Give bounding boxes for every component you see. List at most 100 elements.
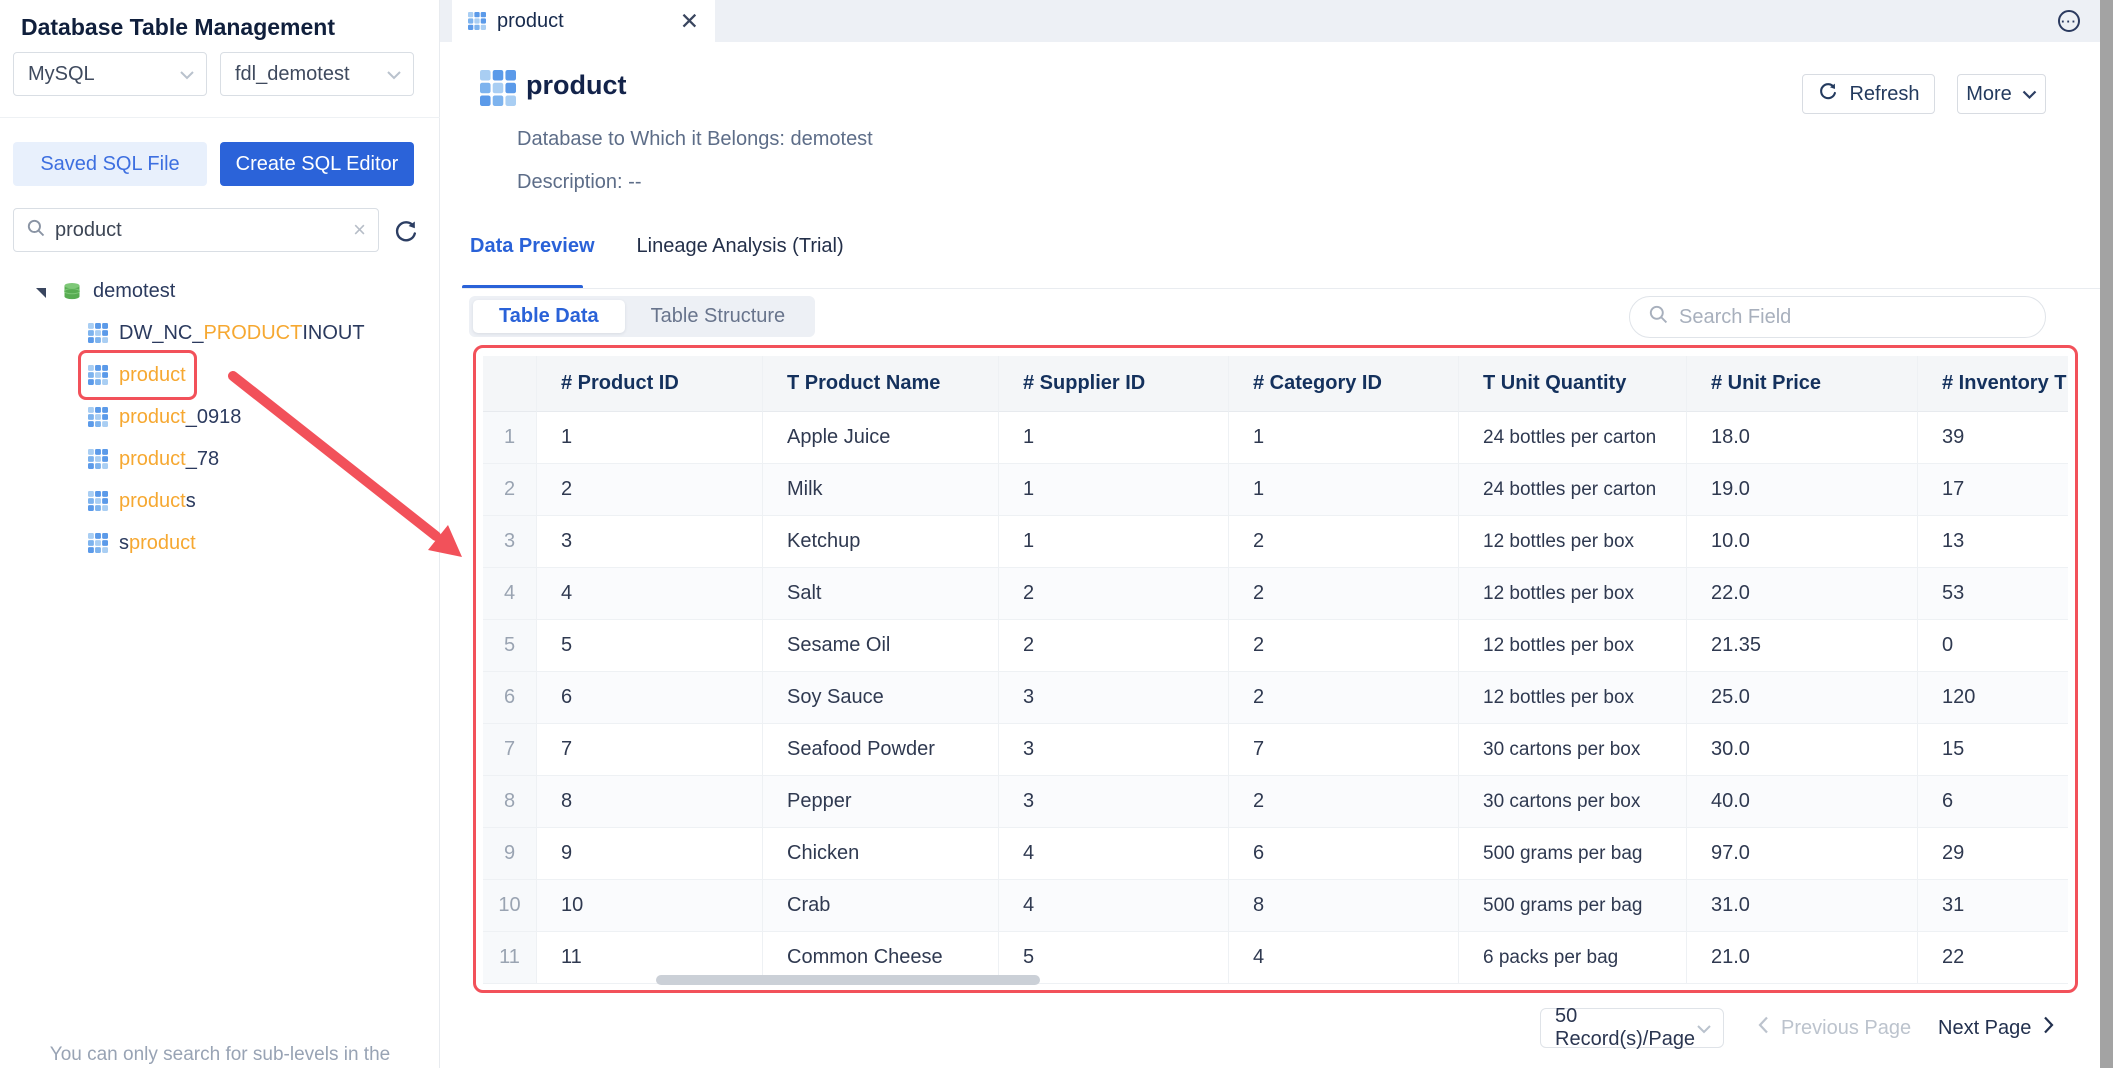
table-icon (468, 12, 486, 30)
tab-product[interactable]: product ✕ (452, 0, 715, 42)
table-cell: 0 (1918, 620, 2068, 672)
chevron-down-icon (1697, 1017, 1711, 1040)
tree-refresh-icon[interactable] (392, 217, 420, 245)
main-panel: product ✕ ··· product Database to Which … (440, 0, 2113, 1068)
refresh-button[interactable]: Refresh (1802, 74, 1935, 114)
tree-node-table[interactable]: DW_NC_PRODUCTINOUT (0, 312, 440, 354)
table-cell: Milk (763, 464, 999, 516)
table-cell: 2 (1229, 672, 1459, 724)
subtab-table-structure[interactable]: Table Structure (625, 300, 812, 333)
row-index-cell: 4 (483, 568, 537, 620)
row-index-cell: 11 (483, 932, 537, 984)
table-cell: 2 (1229, 776, 1459, 828)
table-cell: 19.0 (1687, 464, 1918, 516)
table-row[interactable]: 99Chicken46500 grams per bag97.029 (483, 828, 2068, 880)
table-cell: 6 packs per bag (1459, 932, 1687, 984)
table-cell: 1 (537, 412, 763, 464)
table-cell: 21.35 (1687, 620, 1918, 672)
table-icon (480, 70, 516, 106)
belongs-text: Database to Which it Belongs: demotest (517, 128, 873, 151)
sidebar-search-input[interactable] (55, 219, 344, 242)
table-cell: 24 bottles per carton (1459, 412, 1687, 464)
sidebar: Database Table Management MySQL fdl_demo… (0, 0, 440, 1068)
table-cell: 15 (1918, 724, 2068, 776)
chevron-left-icon (1758, 1016, 1769, 1040)
sidebar-search[interactable]: × (13, 208, 379, 252)
row-index-cell: 10 (483, 880, 537, 932)
caret-expanded-icon[interactable] (35, 285, 47, 297)
page-size-select[interactable]: 50 Record(s)/Page (1540, 1008, 1724, 1048)
tree-node-table[interactable]: sproduct (0, 522, 440, 564)
table-header-cell: # Supplier ID (999, 356, 1229, 412)
search-icon (26, 218, 46, 243)
database-icon (62, 281, 82, 301)
tab-lineage-analysis[interactable]: Lineage Analysis (Trial) (637, 235, 844, 258)
database-select[interactable]: fdl_demotest (220, 52, 414, 96)
table-cell: 12 bottles per box (1459, 516, 1687, 568)
saved-sql-file-button[interactable]: Saved SQL File (13, 142, 207, 186)
table-cell: 12 bottles per box (1459, 620, 1687, 672)
more-button-label: More (1966, 83, 2012, 106)
table-icon (88, 323, 108, 343)
tabs-divider (462, 288, 2100, 289)
tree-node-table[interactable]: product (0, 354, 440, 396)
table-row[interactable]: 33Ketchup1212 bottles per box10.013 (483, 516, 2068, 568)
more-button[interactable]: More (1957, 74, 2046, 114)
table-header-cell: # Category ID (1229, 356, 1459, 412)
table-header-cell (483, 356, 537, 412)
table-cell: 29 (1918, 828, 2068, 880)
field-search[interactable] (1629, 296, 2046, 338)
table-header-row: # Product IDT Product Name# Supplier ID#… (483, 356, 2068, 412)
tree-node-label: product (119, 364, 186, 387)
table-row[interactable]: 22Milk1124 bottles per carton19.017 (483, 464, 2068, 516)
data-table-container: # Product IDT Product Name# Supplier ID#… (483, 356, 2068, 984)
table-row[interactable]: 1010Crab48500 grams per bag31.031 (483, 880, 2068, 932)
close-icon[interactable]: ✕ (680, 10, 699, 33)
table-cell: Ketchup (763, 516, 999, 568)
table-cell: 7 (537, 724, 763, 776)
tree-node-label: products (119, 490, 196, 513)
table-icon (88, 533, 108, 553)
tree-node-label: sproduct (119, 532, 196, 555)
sidebar-divider (0, 117, 440, 118)
table-cell: 3 (999, 672, 1229, 724)
table-row[interactable]: 44Salt2212 bottles per box22.053 (483, 568, 2068, 620)
table-cell: Soy Sauce (763, 672, 999, 724)
subtab-table-data[interactable]: Table Data (473, 300, 625, 333)
tree-node-table[interactable]: product_78 (0, 438, 440, 480)
table-cell: 8 (1229, 880, 1459, 932)
table-cell: 2 (537, 464, 763, 516)
tree-node-label: DW_NC_PRODUCTINOUT (119, 322, 365, 345)
table-row[interactable]: 11Apple Juice1124 bottles per carton18.0… (483, 412, 2068, 464)
previous-page-button[interactable]: Previous Page (1758, 1016, 1911, 1040)
horizontal-scrollbar[interactable] (656, 975, 1040, 985)
next-page-button[interactable]: Next Page (1938, 1016, 2054, 1040)
previous-page-label: Previous Page (1781, 1017, 1911, 1040)
tree-node-table[interactable]: products (0, 480, 440, 522)
table-cell: Salt (763, 568, 999, 620)
table-row[interactable]: 88Pepper3230 cartons per box40.06 (483, 776, 2068, 828)
sidebar-footer-note: You can only search for sub-levels in th… (0, 1044, 440, 1066)
tab-data-preview[interactable]: Data Preview (470, 235, 595, 258)
table-cell: 12 bottles per box (1459, 672, 1687, 724)
table-cell: 30 cartons per box (1459, 776, 1687, 828)
table-cell: Apple Juice (763, 412, 999, 464)
table-row[interactable]: 55Sesame Oil2212 bottles per box21.350 (483, 620, 2068, 672)
window-scrollbar[interactable] (2100, 0, 2113, 1068)
row-index-cell: 3 (483, 516, 537, 568)
tree-node-table[interactable]: product_0918 (0, 396, 440, 438)
field-search-input[interactable] (1679, 306, 2027, 329)
tree-node-database[interactable]: demotest (0, 270, 440, 312)
table-cell: 4 (537, 568, 763, 620)
table-row[interactable]: 66Soy Sauce3212 bottles per box25.0120 (483, 672, 2068, 724)
table-cell: 3 (999, 776, 1229, 828)
tab-options-icon[interactable]: ··· (2058, 10, 2080, 32)
table-row[interactable]: 77Seafood Powder3730 cartons per box30.0… (483, 724, 2068, 776)
table-cell: 1 (1229, 464, 1459, 516)
datasource-select[interactable]: MySQL (13, 52, 207, 96)
table-cell: 8 (537, 776, 763, 828)
tree-node-label: product_78 (119, 448, 219, 471)
clear-icon[interactable]: × (353, 219, 366, 241)
create-sql-editor-button[interactable]: Create SQL Editor (220, 142, 414, 186)
table-cell: 22 (1918, 932, 2068, 984)
